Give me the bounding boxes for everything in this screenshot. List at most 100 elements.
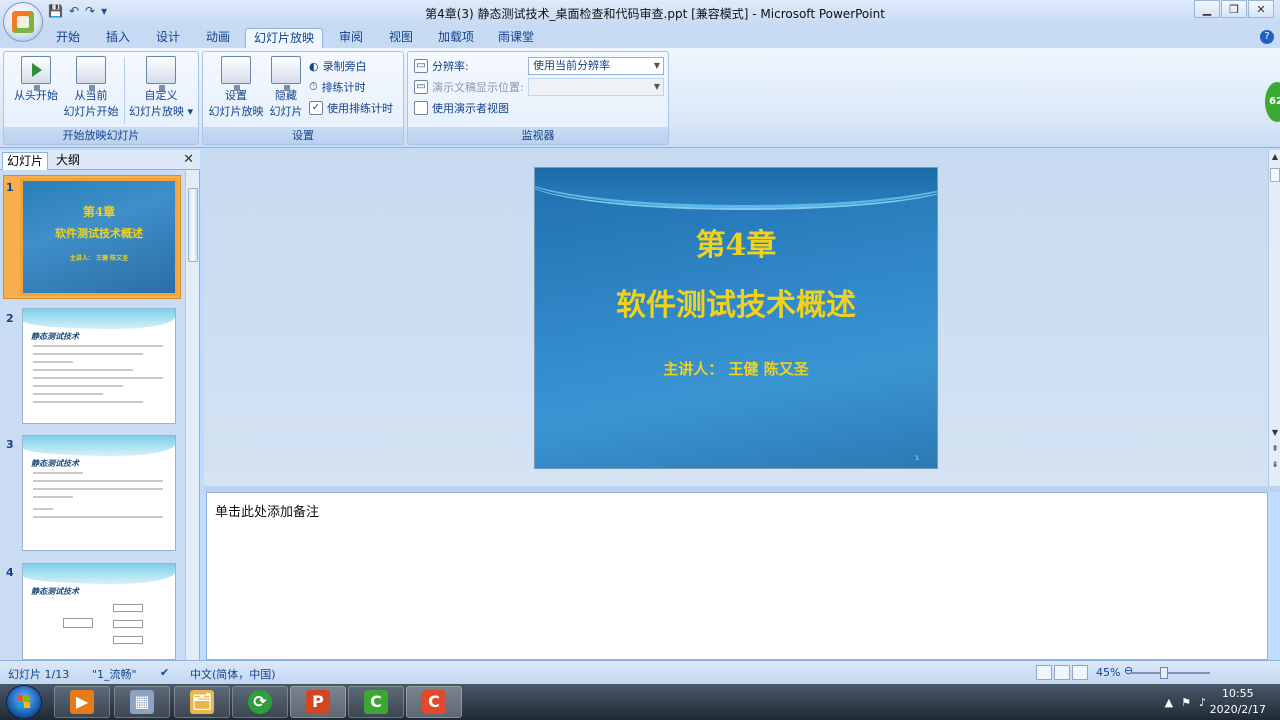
taskbar-powerpoint[interactable]: P [290,686,346,718]
record-narration-button[interactable]: ◐ 录制旁白 [309,57,367,75]
help-icon[interactable]: ? [1260,30,1274,44]
tab-insert[interactable]: 插入 [98,28,138,48]
thumb-diagram-box [113,620,143,628]
minimize-button[interactable]: ▁ [1194,0,1220,18]
hide-slide-button[interactable]: 隐藏 幻灯片 [267,56,305,120]
slide-thumbnail[interactable]: 静态测试技术 [22,435,176,551]
zoom-slider-handle[interactable] [1160,667,1168,679]
rehearse-timings-button[interactable]: ⏱ 排练计时 [309,78,366,96]
tab-home[interactable]: 开始 [48,28,88,48]
scroll-down-icon[interactable]: ▼ [1269,428,1280,437]
language-indicator[interactable]: 中文(简体，中国) [190,666,276,682]
thumb-line [33,508,53,510]
presenter-view-label: 使用演示者视图 [432,102,509,115]
thumb-title-1: 第4章 [82,205,116,219]
tab-design[interactable]: 设计 [148,28,188,48]
scrollbar-thumb[interactable] [1270,168,1280,182]
thumb-title: 静态测试技术 [31,587,79,596]
thumb-number: 3 [6,438,14,451]
office-button[interactable] [3,2,43,42]
group-monitors: ▭ 分辨率: 使用当前分辨率 ▼ ▭ 演示文稿显示位置: ▼ 使用演示者视图 监… [407,51,669,145]
previous-slide-icon[interactable]: ⇞ [1269,444,1280,453]
camtasia-recorder-icon: C [422,690,446,714]
slide-thumbnail[interactable]: 静态测试技术 [22,563,176,660]
slides-scrollbar[interactable] [185,170,199,660]
next-slide-icon[interactable]: ⇟ [1269,460,1280,469]
tab-slides[interactable]: 幻灯片 [2,152,49,170]
slide-presenters[interactable]: 主讲人： 王健 陈又圣 [535,358,937,379]
taskbar-browser[interactable]: ⟳ [232,686,288,718]
timer-icon: ⏱ [309,80,318,93]
tab-review[interactable]: 审阅 [331,28,371,48]
thumb-line [33,496,73,498]
thumb-wave [23,436,175,456]
taskbar-media-player[interactable]: ▶ [54,686,110,718]
thumb-title-slide: 第4章 软件测试技术概述 主讲人： 王健 陈又圣 [23,181,175,293]
custom-slideshow-button[interactable]: 自定义 幻灯片放映 ▾ [128,56,194,120]
clock[interactable]: 10:55 2020/2/17 [1210,686,1266,718]
spellcheck-icon[interactable]: ✔ [160,666,169,679]
office-logo-icon [12,11,34,33]
taskbar-explorer[interactable]: 🗂 [174,686,230,718]
tab-addins[interactable]: 加载项 [430,28,482,48]
resolution-select[interactable]: 使用当前分辨率 ▼ [528,57,664,75]
presenter-view-checkbox[interactable]: 使用演示者视图 [414,99,509,117]
zoom-level[interactable]: 45% [1096,666,1120,679]
monitor-icon: ▭ [414,59,428,73]
slide-chapter-title[interactable]: 第4章 [535,220,937,264]
volume-icon[interactable]: ♪ [1199,696,1206,709]
window-controls: ▁ ❐ ✕ [1193,0,1274,18]
browser-icon: ⟳ [248,690,272,714]
tab-animations[interactable]: 动画 [198,28,238,48]
tab-view[interactable]: 视图 [381,28,421,48]
powerpoint-icon: P [306,690,330,714]
current-slide[interactable]: 第4章 软件测试技术概述 主讲人： 王健 陈又圣 1 [534,167,938,469]
scroll-up-icon[interactable]: ▲ [1269,152,1280,161]
tab-outline[interactable]: 大纲 [52,152,84,170]
zoom-slider[interactable] [1130,672,1210,674]
thumb-line [33,401,143,403]
network-icon[interactable]: ⚑ [1181,696,1191,709]
thumb-wave [23,564,175,584]
taskbar-camtasia-green[interactable]: C [348,686,404,718]
restore-button[interactable]: ❐ [1221,0,1247,18]
slideshow-current-icon [76,56,106,91]
slide-thumbnail[interactable]: 静态测试技术 [22,308,176,424]
slideshow-view-button[interactable] [1072,665,1088,680]
thumb-line [33,345,163,347]
thumb-line [33,393,103,395]
notes-placeholder[interactable]: 单击此处添加备注 [215,501,319,520]
hide-label-2: 幻灯片 [269,105,303,118]
resolution-label: 分辨率: [432,60,469,73]
show-on-label-row: ▭ 演示文稿显示位置: [414,78,524,96]
thumb-diagram-box [63,618,93,628]
zoom-out-icon[interactable]: ⊖ [1124,664,1133,677]
start-button[interactable] [6,685,42,719]
group-setup: 设置 幻灯片放映 隐藏 幻灯片 ◐ 录制旁白 ⏱ 排练计时 ✓ 使用排练计时 设… [202,51,404,145]
tray-expand-icon[interactable]: ▲ [1165,696,1173,709]
status-bar: 幻灯片 1/13 "1_流畅" ✔ 中文(简体，中国) 45% ⊖ [0,660,1280,684]
from-beginning-button[interactable]: 从头开始 [8,56,64,104]
group-label-setup: 设置 [203,127,403,144]
normal-view-button[interactable] [1036,665,1052,680]
use-timings-checkbox[interactable]: ✓ 使用排练计时 [309,99,393,117]
taskbar: ▶ ▦ 🗂 ⟳ P C C ▲ ⚑ ♪ 10:55 2020/2/17 [0,684,1280,720]
notes-pane[interactable]: 单击此处添加备注 [206,492,1268,660]
slide-main-title[interactable]: 软件测试技术概述 [535,280,937,324]
setup-slideshow-button[interactable]: 设置 幻灯片放映 [205,56,267,120]
scrollbar-thumb[interactable] [188,188,198,262]
tab-slideshow[interactable]: 幻灯片放映 [245,28,324,48]
slide-sorter-view-button[interactable] [1054,665,1070,680]
thumb-diagram-box [113,636,143,644]
taskbar-camtasia-red[interactable]: C [406,686,462,718]
slide-thumbnail[interactable]: 第4章 软件测试技术概述 主讲人： 王健 陈又圣 [20,178,178,296]
close-icon[interactable]: ✕ [183,152,194,167]
close-button[interactable]: ✕ [1248,0,1274,18]
taskbar-calculator[interactable]: ▦ [114,686,170,718]
checkbox-empty-icon [414,101,428,115]
tab-rainclassroom[interactable]: 雨课堂 [490,28,542,48]
slide-scrollbar[interactable]: ▲ ▼ ⇞ ⇟ [1268,150,1280,486]
show-on-select[interactable]: ▼ [528,78,664,96]
from-current-button[interactable]: 从当前 幻灯片开始 [58,56,124,120]
thumb-content-slide: 静态测试技术 [23,564,175,659]
